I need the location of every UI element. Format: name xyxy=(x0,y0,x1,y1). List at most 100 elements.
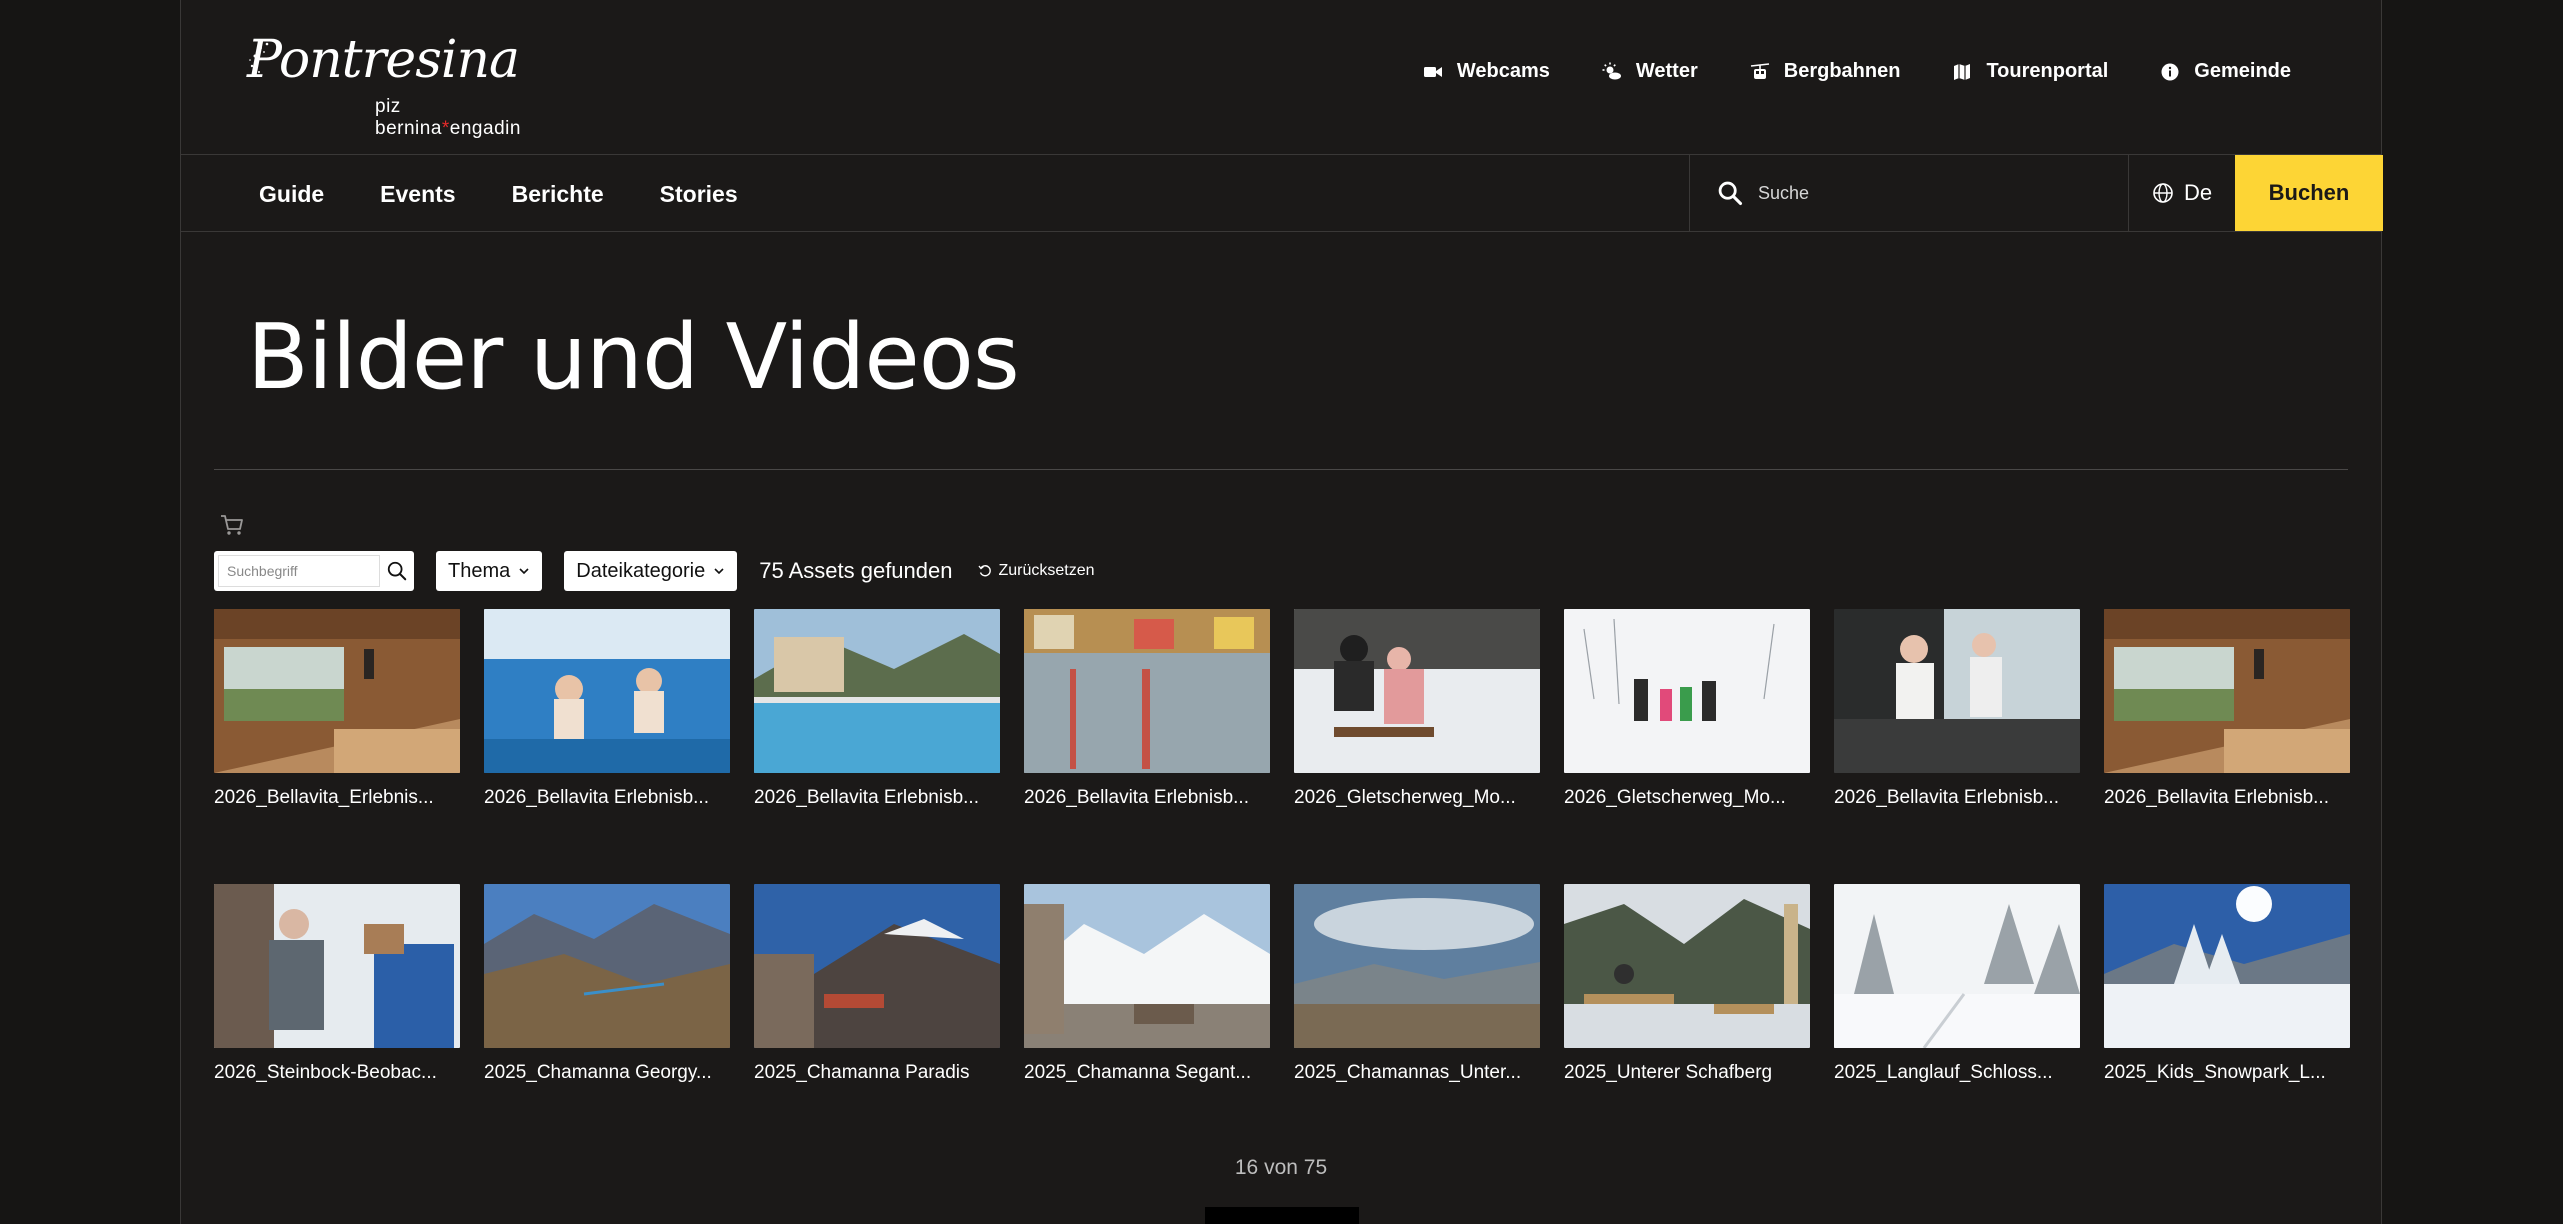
asset-thumbnail[interactable] xyxy=(1294,884,1540,1048)
util-tourenportal-label: Tourenportal xyxy=(1986,60,2109,82)
map-icon xyxy=(1954,63,1971,80)
asset-card[interactable]: 2025_Chamanna Paradis xyxy=(754,884,1000,1159)
asset-caption: 2026_Bellavita Erlebnisb... xyxy=(2104,787,2329,808)
asset-card[interactable]: 2025_Unterer Schafberg xyxy=(1564,884,1810,1159)
asset-thumbnail[interactable] xyxy=(214,884,460,1048)
asset-caption: 2026_Bellavita Erlebnisb... xyxy=(1024,787,1249,808)
asset-caption: 2026_Bellavita_Erlebnis... xyxy=(214,787,434,808)
util-gemeinde-label: Gemeinde xyxy=(2194,60,2291,82)
pontresina-logo[interactable]: Pontresina piz bernina*engadin xyxy=(247,30,547,139)
pagination-status: 16 von 75 xyxy=(1234,1156,1328,1179)
page-frame: Pontresina piz bernina*engadin Webcams W… xyxy=(180,0,2383,1224)
logo-star: * xyxy=(441,118,450,139)
util-webcams[interactable]: Webcams xyxy=(1423,60,1550,83)
asset-card[interactable]: 2026_Bellavita Erlebnisb... xyxy=(2104,609,2350,884)
asset-thumbnail[interactable] xyxy=(754,884,1000,1048)
title-divider xyxy=(214,469,2348,470)
asset-thumbnail[interactable] xyxy=(1024,884,1270,1048)
asset-thumbnail[interactable] xyxy=(2104,609,2350,773)
logo-tagline-left: piz bernina xyxy=(375,96,442,139)
topic-dropdown[interactable]: Thema xyxy=(436,551,543,591)
asset-thumbnail[interactable] xyxy=(2104,884,2350,1048)
asset-card[interactable]: 2026_Steinbock-Beobac... xyxy=(214,884,460,1159)
util-bergbahnen[interactable]: Bergbahnen xyxy=(1750,60,1901,83)
asset-card[interactable]: 2025_Chamannas_Unter... xyxy=(1294,884,1540,1159)
filter-bar: Thema Dateikategorie 75 Assets gefunden … xyxy=(214,551,1095,591)
asset-caption: 2026_Bellavita Erlebnisb... xyxy=(754,787,979,808)
utility-nav: Webcams Wetter Bergbahnen Tourenportal G… xyxy=(1423,60,2291,83)
asset-card[interactable]: 2025_Chamanna Segant... xyxy=(1024,884,1270,1159)
asset-caption: 2025_Kids_Snowpark_L... xyxy=(2104,1062,2326,1083)
asset-search-input[interactable] xyxy=(218,555,380,587)
cable-car-icon xyxy=(1750,62,1769,79)
asset-caption: 2026_Gletscherweg_Mo... xyxy=(1564,787,1786,808)
asset-card[interactable]: 2026_Bellavita Erlebnisb... xyxy=(754,609,1000,884)
asset-card[interactable]: 2025_Langlauf_Schloss... xyxy=(1834,884,2080,1159)
search-icon[interactable] xyxy=(1716,179,1744,207)
asset-card[interactable]: 2026_Bellavita_Erlebnis... xyxy=(214,609,460,884)
reset-icon xyxy=(978,565,992,577)
util-gemeinde[interactable]: Gemeinde xyxy=(2160,60,2291,83)
asset-thumbnail[interactable] xyxy=(1294,609,1540,773)
util-bergbahnen-label: Bergbahnen xyxy=(1783,60,1901,82)
asset-card[interactable]: 2026_Gletscherweg_Mo... xyxy=(1294,609,1540,884)
language-label: De xyxy=(2183,180,2213,205)
asset-card[interactable]: 2026_Bellavita Erlebnisb... xyxy=(484,609,730,884)
chevron-down-icon xyxy=(519,568,529,575)
sun-cloud-icon xyxy=(1602,62,1621,79)
asset-thumbnail[interactable] xyxy=(1564,884,1810,1048)
asset-thumbnail[interactable] xyxy=(484,609,730,773)
asset-card[interactable]: 2025_Kids_Snowpark_L... xyxy=(2104,884,2350,1159)
util-tourenportal[interactable]: Tourenportal xyxy=(1952,60,2108,83)
category-dropdown-label: Dateikategorie xyxy=(576,559,706,582)
asset-caption: 2025_Chamanna Georgy... xyxy=(484,1062,712,1083)
asset-caption: 2026_Gletscherweg_Mo... xyxy=(1294,787,1516,808)
util-wetter[interactable]: Wetter xyxy=(1602,60,1698,83)
util-wetter-label: Wetter xyxy=(1635,60,1698,82)
asset-thumbnail[interactable] xyxy=(484,884,730,1048)
asset-thumbnail[interactable] xyxy=(214,609,460,773)
asset-caption: 2026_Steinbock-Beobac... xyxy=(214,1062,437,1083)
nav-guide[interactable]: Guide xyxy=(259,181,324,208)
book-button[interactable]: Buchen xyxy=(2235,155,2383,231)
asset-thumbnail[interactable] xyxy=(1834,609,2080,773)
asset-thumbnail[interactable] xyxy=(1024,609,1270,773)
asset-search-button[interactable] xyxy=(380,551,414,591)
nav-events[interactable]: Events xyxy=(380,181,455,208)
asset-card[interactable]: 2025_Chamanna Georgy... xyxy=(484,884,730,1159)
page-title: Bilder und Videos xyxy=(247,305,1020,410)
reset-label: Zurücksetzen xyxy=(998,562,1095,579)
reset-filters[interactable]: Zurücksetzen xyxy=(978,562,1095,580)
topic-dropdown-label: Thema xyxy=(448,559,511,582)
header-top: Pontresina piz bernina*engadin Webcams W… xyxy=(181,0,2381,154)
globe-icon xyxy=(2153,183,2173,203)
language-switcher[interactable]: De xyxy=(2129,155,2235,231)
asset-caption: 2025_Langlauf_Schloss... xyxy=(1834,1062,2053,1083)
asset-card[interactable]: 2026_Bellavita Erlebnisb... xyxy=(1834,609,2080,884)
asset-card[interactable]: 2026_Gletscherweg_Mo... xyxy=(1564,609,1810,884)
asset-caption: 2025_Chamanna Segant... xyxy=(1024,1062,1252,1083)
category-dropdown[interactable]: Dateikategorie xyxy=(564,551,738,591)
main-nav-bar: Guide Events Berichte Stories De Buchen xyxy=(181,154,2383,233)
asset-thumbnail[interactable] xyxy=(1834,884,2080,1048)
main-nav: Guide Events Berichte Stories xyxy=(259,155,738,233)
asset-caption: 2025_Chamannas_Unter... xyxy=(1294,1062,1522,1083)
chevron-down-icon xyxy=(714,568,724,575)
info-icon xyxy=(2161,63,2179,80)
video-camera-icon xyxy=(1423,66,1442,77)
asset-thumbnail[interactable] xyxy=(1564,609,1810,773)
asset-caption: 2026_Bellavita Erlebnisb... xyxy=(1834,787,2059,808)
load-more-button[interactable] xyxy=(1205,1207,1359,1224)
asset-thumbnail[interactable] xyxy=(754,609,1000,773)
asset-card[interactable]: 2026_Bellavita Erlebnisb... xyxy=(1024,609,1270,884)
nav-stories[interactable]: Stories xyxy=(660,181,738,208)
logo-tagline-right: engadin xyxy=(449,118,521,139)
asset-search xyxy=(214,551,414,591)
nav-berichte[interactable]: Berichte xyxy=(512,181,604,208)
logo-wordmark: Pontresina xyxy=(247,30,520,90)
site-search xyxy=(1689,155,2129,231)
site-search-input[interactable] xyxy=(1758,182,2098,204)
util-webcams-label: Webcams xyxy=(1456,60,1550,82)
logo-tagline: piz bernina*engadin xyxy=(375,96,547,140)
cart-icon[interactable] xyxy=(219,512,245,538)
